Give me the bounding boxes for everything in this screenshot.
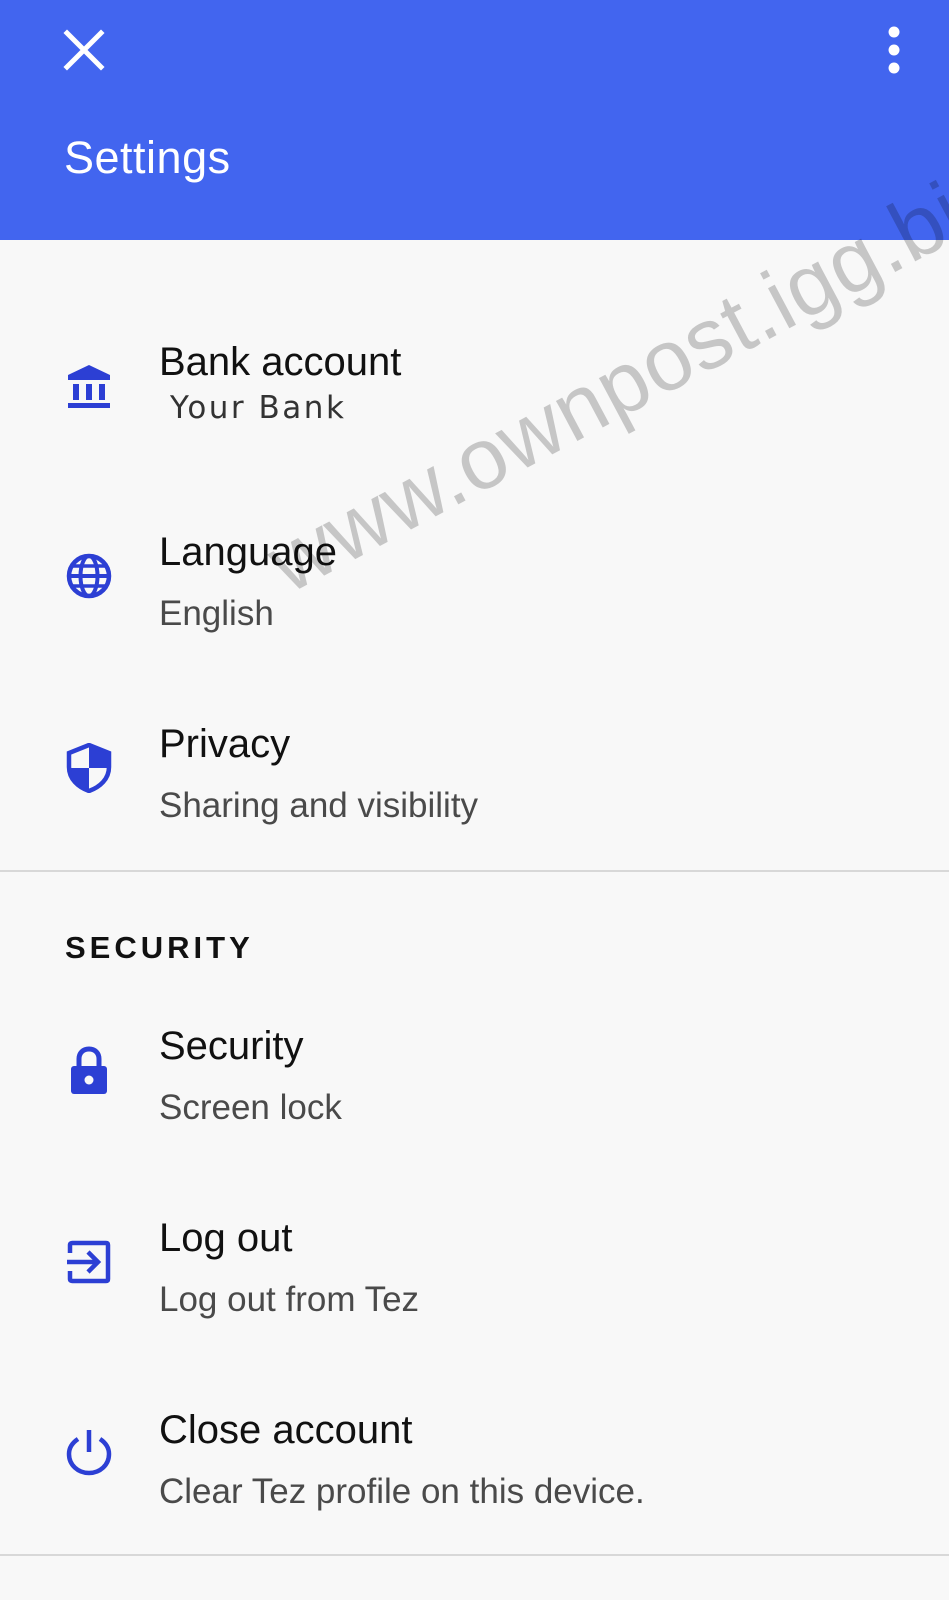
close-icon (63, 29, 105, 71)
section-divider (0, 870, 949, 872)
log-out-title: Log out (159, 1216, 293, 1260)
setting-item-bank-account[interactable]: Bank account Your Bank (0, 300, 949, 490)
close-account-title: Close account (159, 1408, 413, 1452)
page-title: Settings (64, 132, 231, 183)
security-subtitle: Screen lock (159, 1088, 342, 1127)
bottom-divider (0, 1554, 949, 1556)
section-header-security: SECURITY (65, 930, 254, 965)
bank-account-subtitle: Your Bank (170, 390, 347, 426)
more-options-button[interactable] (866, 22, 922, 78)
globe-icon (62, 549, 116, 603)
more-vert-icon (888, 26, 900, 74)
setting-item-security[interactable]: Security Screen lock (0, 984, 949, 1174)
language-subtitle: English (159, 594, 274, 633)
language-title: Language (159, 530, 337, 574)
setting-item-close-account[interactable]: Close account Clear Tez profile on this … (0, 1368, 949, 1558)
app-bar: Settings (0, 0, 949, 240)
logout-icon (62, 1235, 116, 1289)
lock-icon (62, 1044, 116, 1098)
bank-account-title: Bank account (159, 340, 402, 384)
setting-item-log-out[interactable]: Log out Log out from Tez (0, 1176, 949, 1366)
privacy-subtitle: Sharing and visibility (159, 786, 479, 825)
close-account-subtitle: Clear Tez profile on this device. (159, 1472, 645, 1511)
close-button[interactable] (56, 22, 112, 78)
security-title: Security (159, 1024, 304, 1068)
setting-item-privacy[interactable]: Privacy Sharing and visibility (0, 684, 949, 874)
setting-item-language[interactable]: Language English (0, 492, 949, 682)
power-icon (62, 1425, 116, 1479)
privacy-title: Privacy (159, 722, 291, 766)
log-out-subtitle: Log out from Tez (159, 1280, 420, 1319)
shield-icon (62, 741, 116, 795)
bank-icon (62, 361, 116, 415)
